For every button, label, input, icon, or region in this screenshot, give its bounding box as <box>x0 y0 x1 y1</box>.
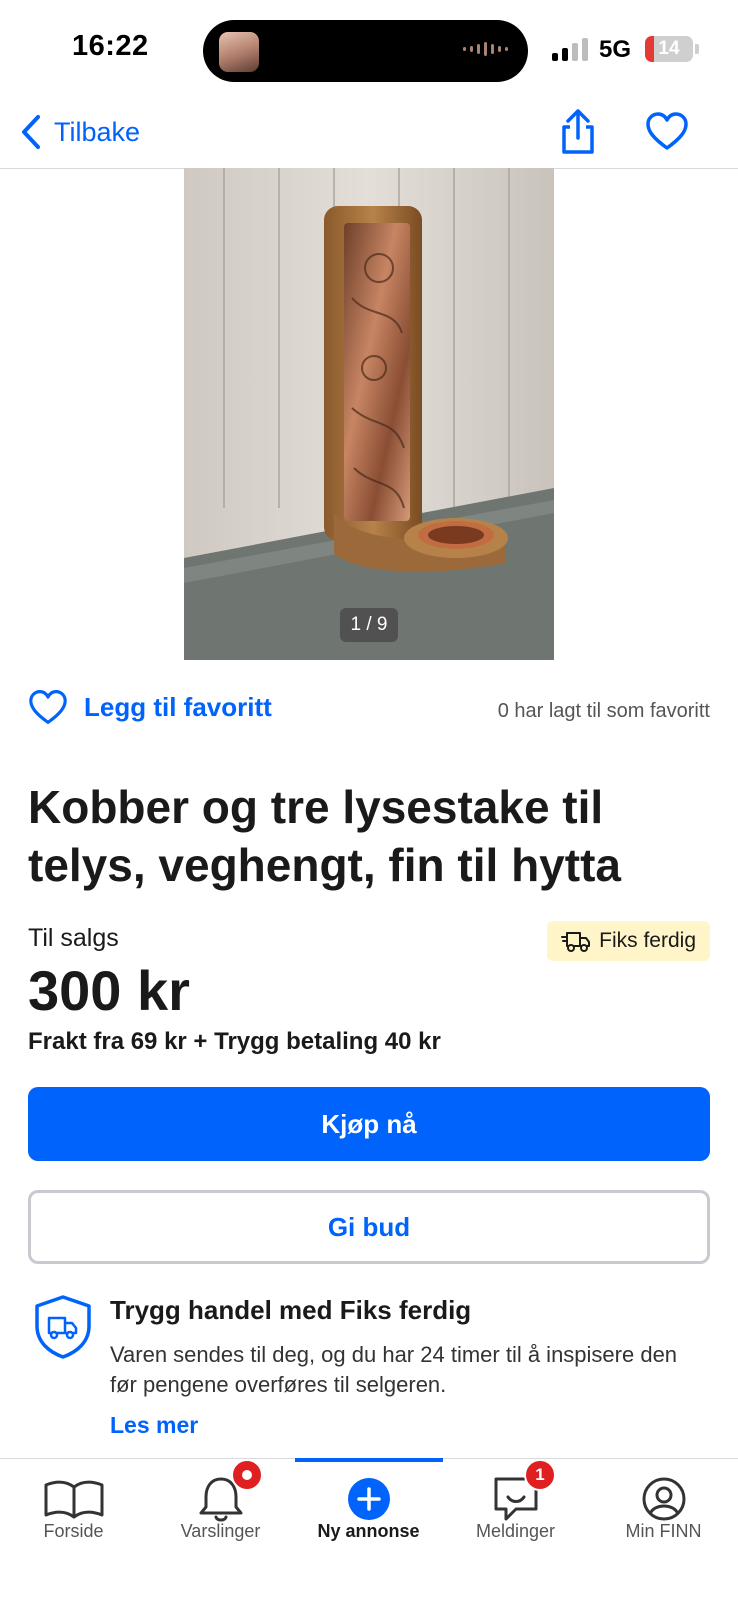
favorite-label: Legg til favoritt <box>84 691 272 722</box>
battery-level: 14 <box>658 38 680 59</box>
network-type: 5G <box>599 36 632 63</box>
listing-status: Til salgs <box>28 924 119 952</box>
shipping-info: Frakt fra 69 kr + Trygg betaling 40 kr <box>28 1028 441 1055</box>
heart-icon <box>29 690 67 724</box>
status-time: 16:22 <box>72 30 149 62</box>
profile-icon <box>642 1477 685 1521</box>
navigation-bar: Tilbake <box>0 100 738 169</box>
tab-label: Forside <box>43 1521 104 1541</box>
cellular-signal-icon <box>552 38 588 61</box>
fiks-ferdig-badge: Fiks ferdig <box>547 921 710 961</box>
shield-truck-icon <box>35 1295 91 1359</box>
tab-label: Min FINN <box>625 1521 702 1541</box>
back-label: Tilbake <box>54 116 141 147</box>
plus-icon <box>347 1478 390 1520</box>
tab-varslinger[interactable]: Varslinger <box>147 1459 294 1569</box>
product-photo <box>184 168 554 660</box>
book-icon <box>44 1480 103 1519</box>
tab-meldinger[interactable]: 1 Meldinger <box>442 1459 589 1569</box>
battery-icon: 14 <box>645 36 693 62</box>
notification-badge <box>231 1459 263 1491</box>
listing-title: Kobber og tre lysestake til telys, veghe… <box>28 781 621 891</box>
trygg-handel-title: Trygg handel med Fiks ferdig <box>110 1295 472 1325</box>
battery-tip <box>695 44 699 54</box>
product-image[interactable]: 1 / 9 <box>184 168 554 660</box>
share-icon[interactable] <box>556 108 600 156</box>
now-playing-thumbnail <box>219 32 259 72</box>
favorite-heart-icon[interactable] <box>645 110 689 154</box>
tab-ny-annonse[interactable]: Ny annonse <box>295 1459 442 1569</box>
back-button[interactable]: Tilbake <box>20 110 140 154</box>
tab-label: Ny annonse <box>317 1521 420 1541</box>
tab-min-finn[interactable]: Min FINN <box>590 1459 737 1569</box>
tab-label: Meldinger <box>475 1521 556 1541</box>
image-counter: 1 / 9 <box>340 608 398 642</box>
audio-wave-icon <box>463 42 508 56</box>
tab-forside[interactable]: Forside <box>0 1459 147 1569</box>
fiks-ferdig-label: Fiks ferdig <box>599 929 696 952</box>
trygg-handel-text: Varen sendes til deg, og du har 24 timer… <box>110 1342 678 1397</box>
add-to-favorites-button[interactable]: Legg til favoritt <box>28 688 272 726</box>
messages-badge: 1 <box>524 1459 556 1491</box>
dynamic-island[interactable] <box>203 20 528 82</box>
bottom-tab-bar: Forside Varslinger Ny annonse 1 Meldinge… <box>0 1458 738 1601</box>
buy-now-button[interactable]: Kjøp nå <box>28 1087 710 1161</box>
status-bar: 16:22 5G 14 <box>0 0 738 100</box>
read-more-link[interactable]: Les mer <box>110 1412 198 1439</box>
chevron-left-icon <box>22 115 40 149</box>
make-offer-button[interactable]: Gi bud <box>28 1190 710 1264</box>
delivery-truck-icon <box>561 932 591 952</box>
price: 300 kr <box>28 959 190 1022</box>
favorite-count: 0 har lagt til som favoritt <box>497 700 710 722</box>
tab-label: Varslinger <box>180 1521 261 1541</box>
